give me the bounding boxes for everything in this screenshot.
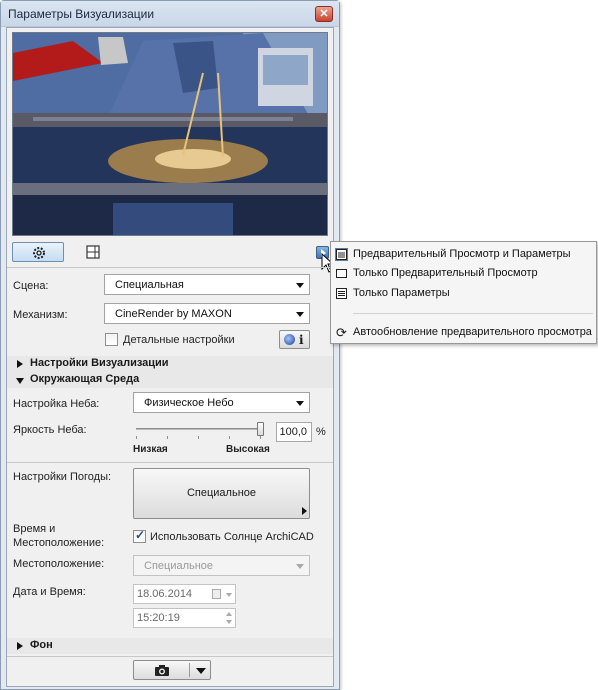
- auto-refresh-icon: ⟳: [336, 325, 347, 340]
- menu-item-auto-refresh[interactable]: ⟳ Автообновление предварительного просмо…: [331, 323, 596, 342]
- slider-tick: [167, 436, 168, 439]
- camera-icon: [155, 665, 169, 676]
- house-render-graphic: [13, 33, 327, 235]
- slider-thumb[interactable]: [257, 422, 264, 436]
- preview-and-params-icon: [335, 248, 348, 261]
- section-background[interactable]: Фон: [7, 638, 333, 654]
- location-label: Местоположение:: [13, 558, 105, 570]
- engine-logo-icon: [284, 334, 295, 345]
- expand-arrow-icon: [17, 642, 23, 650]
- scene-select[interactable]: Специальная: [104, 274, 310, 295]
- spin-up-icon[interactable]: [226, 612, 232, 616]
- use-archicad-sun-label: Использовать Солнце ArchiCAD: [150, 531, 314, 543]
- location-value: Специальное: [144, 560, 214, 572]
- render-button[interactable]: [133, 660, 211, 680]
- params-only-icon: [335, 287, 348, 300]
- environment-divider: [7, 462, 333, 463]
- info-icon: i: [299, 333, 304, 347]
- time-location-label-line1: Время и: [13, 523, 56, 535]
- sky-settings-select[interactable]: Физическое Небо: [133, 392, 310, 413]
- scene-label: Сцена:: [13, 280, 49, 292]
- engine-info-button[interactable]: i: [279, 330, 310, 349]
- menu-item-label: Автообновление предварительного просмотр…: [353, 326, 592, 338]
- menu-item-params-only[interactable]: Только Параметры: [331, 284, 596, 303]
- sky-brightness-value: 100,0: [279, 426, 307, 438]
- weather-settings-button[interactable]: Специальное: [133, 468, 310, 519]
- date-value: 18.06.2014: [137, 588, 193, 600]
- render-settings-window: Параметры Визуализации ✕ Сцена: Специаль…: [0, 0, 340, 690]
- menu-item-label: Только Параметры: [353, 287, 450, 299]
- weather-settings-value: Специальное: [186, 487, 257, 499]
- section-environment[interactable]: Окружающая Среда: [7, 372, 333, 388]
- frame-size-icon: [86, 245, 100, 259]
- detailed-settings-label: Детальные настройки: [123, 334, 235, 346]
- section-render-settings[interactable]: Настройки Визуализации: [7, 356, 333, 372]
- date-time-label: Дата и Время:: [13, 586, 86, 598]
- weather-settings-label: Настройки Погоды:: [13, 471, 112, 483]
- slider-tick: [136, 436, 137, 439]
- chevron-down-icon: [226, 593, 232, 597]
- date-input[interactable]: 18.06.2014: [133, 584, 236, 604]
- collapse-arrow-icon: [16, 378, 24, 384]
- window-title: Параметры Визуализации: [8, 7, 155, 21]
- slider-tick: [229, 436, 230, 439]
- chevron-down-icon[interactable]: [196, 668, 206, 674]
- view-options-menu: Предварительный Просмотр и Параметры Тол…: [330, 241, 597, 344]
- spin-down-icon[interactable]: [226, 620, 232, 624]
- slider-low-label: Низкая: [133, 444, 168, 455]
- menu-item-label: Предварительный Просмотр и Параметры: [353, 248, 571, 260]
- title-bar[interactable]: Параметры Визуализации ✕: [1, 1, 339, 27]
- render-button-divider: [189, 663, 190, 677]
- scene-select-value: Специальная: [115, 279, 184, 291]
- sky-settings-value: Физическое Небо: [144, 397, 234, 409]
- sky-brightness-input[interactable]: 100,0: [276, 422, 312, 442]
- time-input[interactable]: 15:20:19: [133, 608, 236, 628]
- chevron-down-icon: [296, 401, 304, 406]
- close-button[interactable]: ✕: [315, 6, 333, 22]
- time-value: 15:20:19: [137, 612, 180, 624]
- section-background-title: Фон: [30, 639, 53, 651]
- expand-arrow-icon: [17, 360, 23, 368]
- engine-select[interactable]: CineRender by MAXON: [104, 303, 310, 324]
- time-location-label-line2: Местоположение:: [13, 537, 105, 549]
- panel-body: Сцена: Специальная Механизм: CineRender …: [6, 27, 335, 687]
- section-render-settings-title: Настройки Визуализации: [30, 357, 169, 369]
- chevron-down-icon: [296, 312, 304, 317]
- slider-tick: [260, 436, 261, 439]
- footer-divider: [7, 656, 333, 657]
- location-select[interactable]: Специальное: [133, 555, 310, 576]
- gear-icon: [33, 247, 45, 259]
- slider-track: [136, 428, 261, 430]
- engine-select-value: CineRender by MAXON: [115, 308, 232, 320]
- slider-tick: [198, 436, 199, 439]
- engine-label: Механизм:: [13, 309, 68, 321]
- detailed-settings-checkbox[interactable]: [105, 333, 118, 346]
- menu-separator: [353, 313, 593, 314]
- percent-unit: %: [316, 426, 326, 438]
- corner-arrow-icon: [302, 507, 307, 515]
- preview-only-icon: [335, 267, 348, 280]
- preview-size-button[interactable]: [67, 242, 119, 262]
- chevron-down-icon: [296, 564, 304, 569]
- use-archicad-sun-checkbox[interactable]: [133, 528, 146, 543]
- sky-brightness-label: Яркость Неба:: [13, 424, 87, 436]
- calendar-icon: [212, 589, 221, 599]
- settings-view-button[interactable]: [12, 242, 64, 262]
- toolbar-divider: [7, 267, 333, 268]
- sky-settings-label: Настройка Неба:: [13, 398, 100, 410]
- slider-high-label: Высокая: [226, 444, 270, 455]
- menu-item-preview-only[interactable]: Только Предварительный Просмотр: [331, 264, 596, 283]
- menu-item-preview-and-params[interactable]: Предварительный Просмотр и Параметры: [331, 245, 596, 264]
- chevron-down-icon: [296, 283, 304, 288]
- render-preview-image: [12, 32, 328, 236]
- menu-item-label: Только Предварительный Просмотр: [353, 267, 538, 279]
- section-environment-title: Окружающая Среда: [30, 373, 140, 385]
- sky-brightness-slider[interactable]: [133, 422, 269, 446]
